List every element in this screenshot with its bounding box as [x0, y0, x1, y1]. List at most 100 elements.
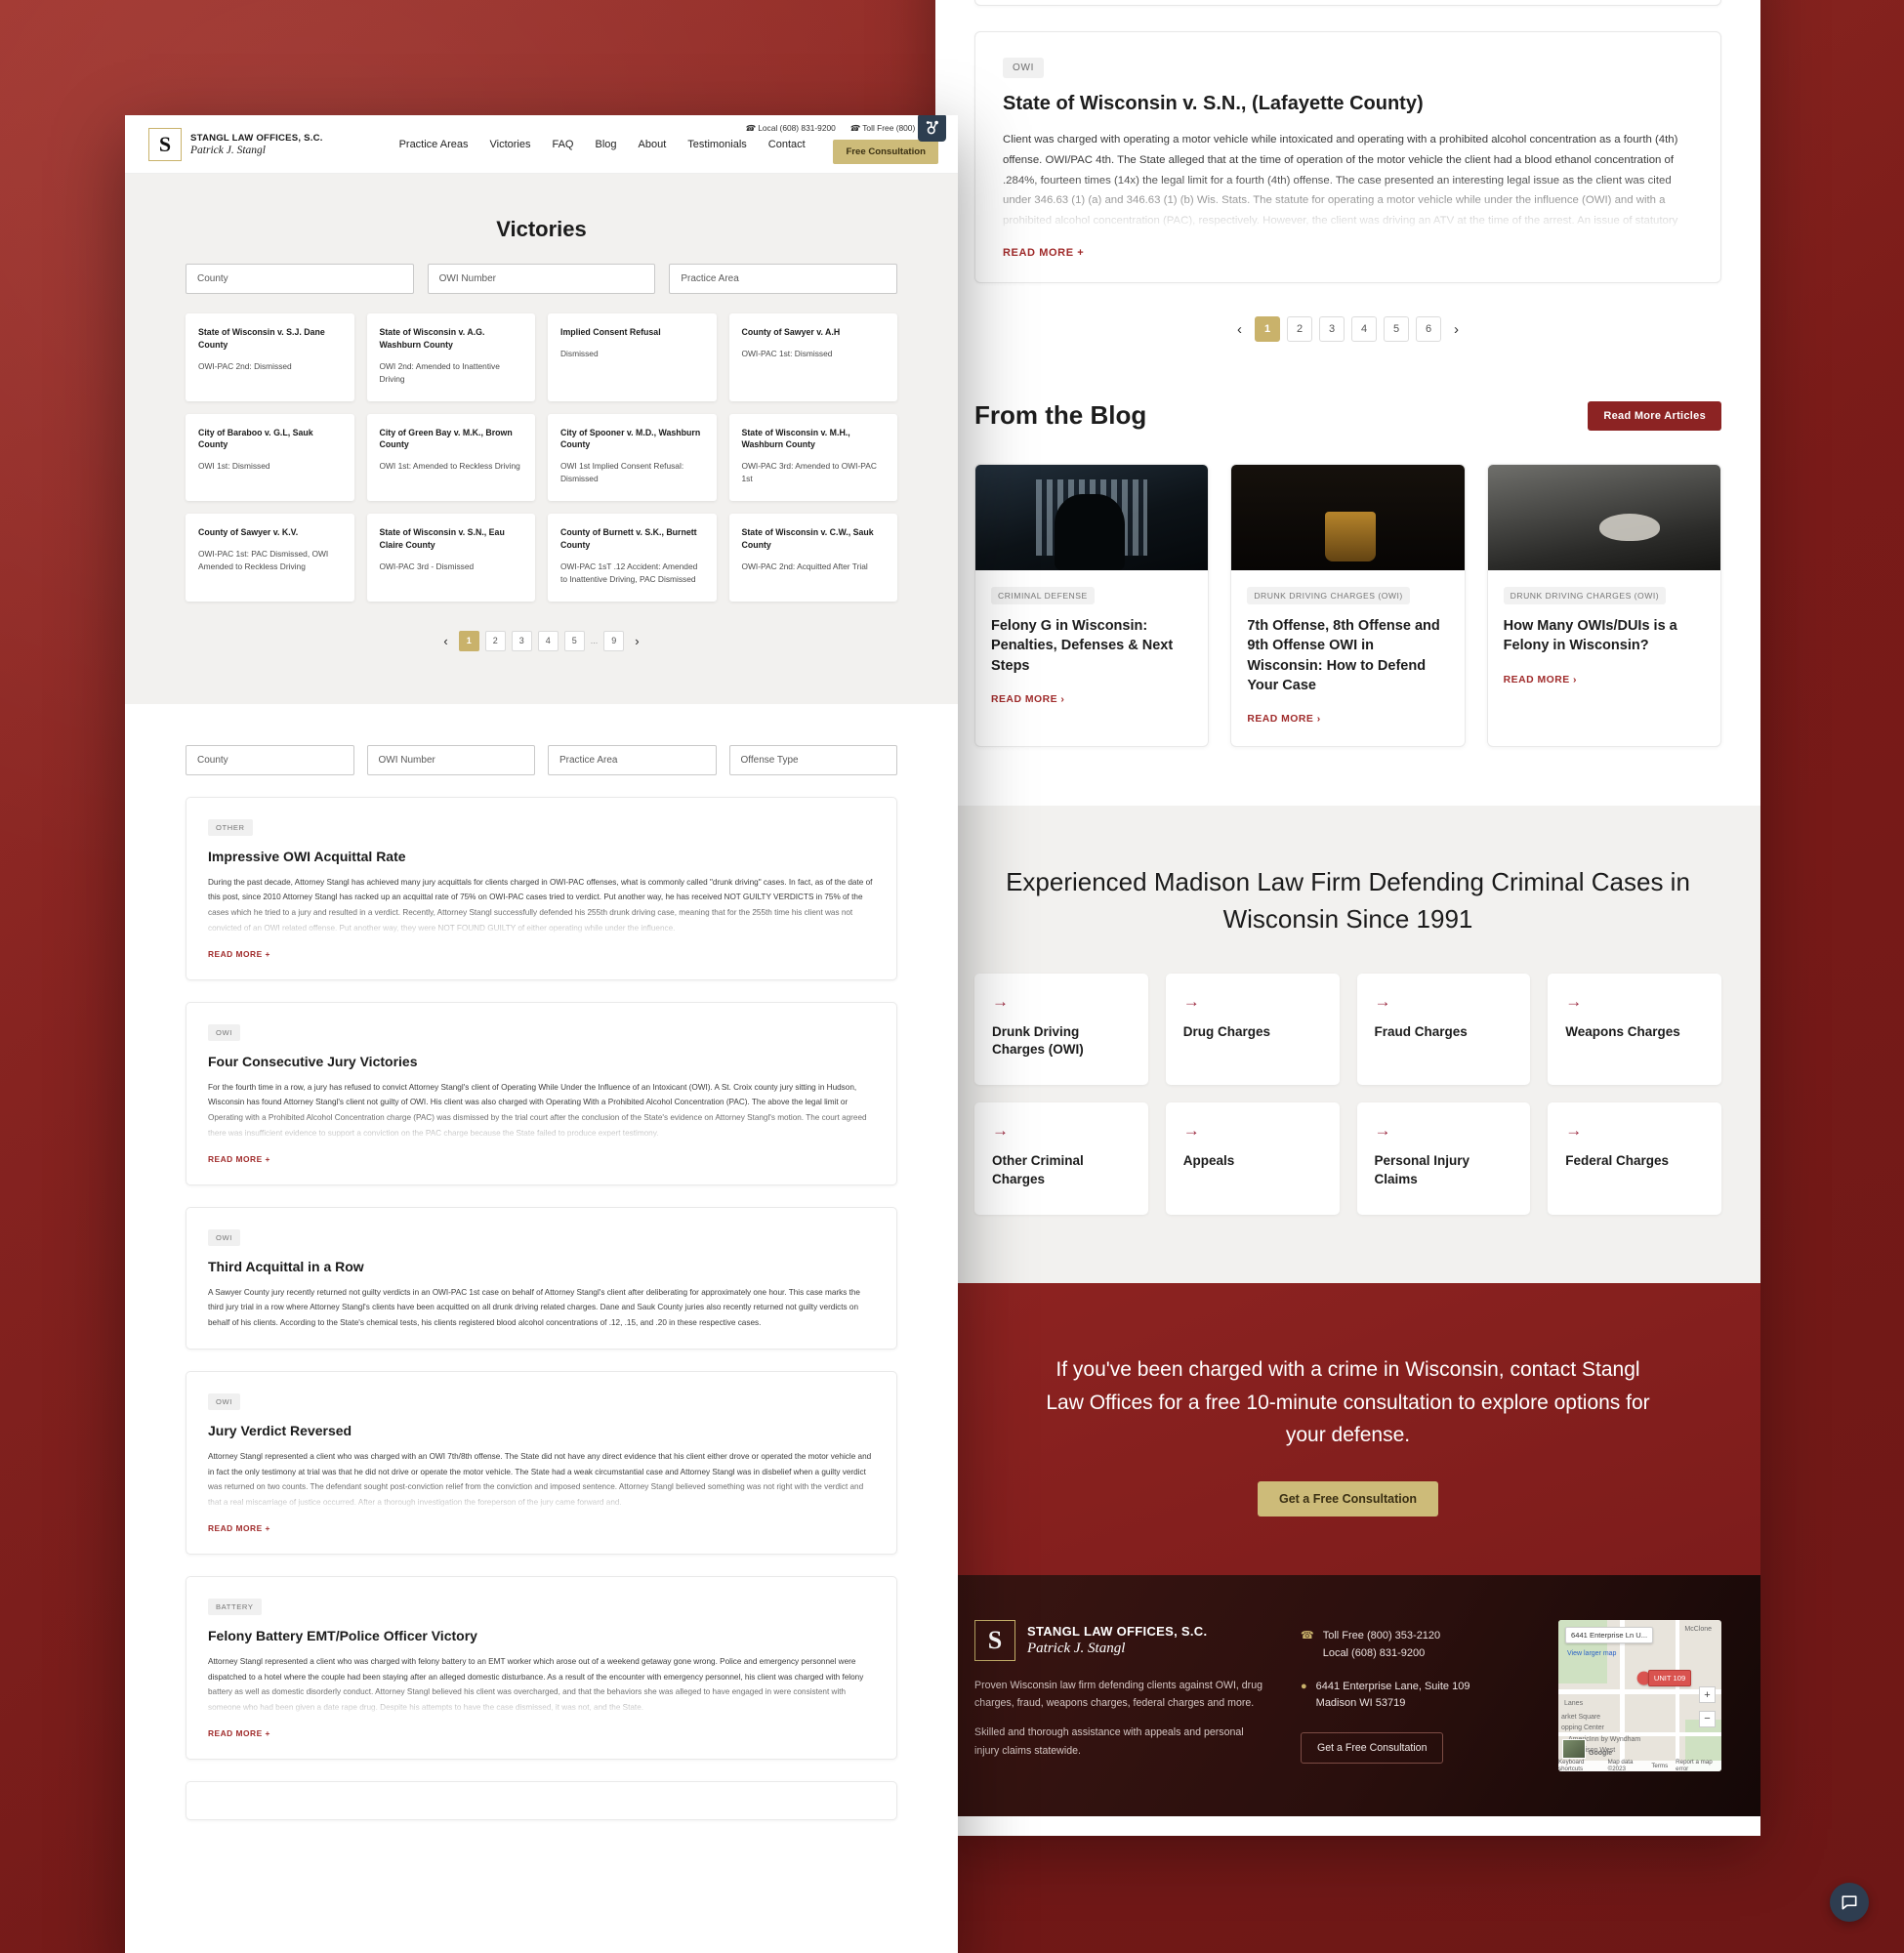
pagination-page[interactable]: 2 — [1287, 316, 1312, 342]
nav-blog[interactable]: Blog — [595, 139, 616, 150]
map-zoom-out-button[interactable]: − — [1699, 1710, 1716, 1727]
article-card[interactable] — [186, 1780, 897, 1820]
victory-card[interactable]: County of Sawyer v. K.V. OWI-PAC 1st: PA… — [186, 514, 354, 602]
case-card[interactable]: OWI State of Wisconsin v. S.N., (Lafayet… — [974, 31, 1721, 283]
practice-area-card[interactable]: → Fraud Charges — [1356, 973, 1531, 1086]
chat-widget-button[interactable] — [1830, 1883, 1869, 1922]
blog-read-more-link[interactable]: READ MORE › — [991, 694, 1064, 705]
county-filter[interactable]: County — [186, 264, 414, 294]
nav-victories[interactable]: Victories — [489, 139, 530, 150]
read-more-articles-button[interactable]: Read More Articles — [1588, 400, 1721, 431]
victory-card[interactable]: State of Wisconsin v. S.N., Eau Claire C… — [366, 514, 535, 602]
map-view-larger-link[interactable]: View larger map — [1567, 1650, 1616, 1657]
read-more-link[interactable]: READ MORE + — [208, 1154, 270, 1164]
pagination-next-icon[interactable]: › — [1448, 321, 1465, 338]
free-consultation-button[interactable]: Free Consultation — [833, 140, 938, 164]
victory-card[interactable]: City of Green Bay v. M.K., Brown County … — [366, 413, 535, 502]
practice-area-filter[interactable]: Practice Area — [548, 744, 717, 775]
pagination-page[interactable]: 4 — [537, 630, 559, 651]
read-more-link[interactable]: READ MORE + — [208, 1728, 270, 1738]
victory-card[interactable]: City of Spooner v. M.D., Washburn County… — [548, 413, 717, 502]
pagination-prev-icon[interactable]: ‹ — [1231, 321, 1248, 338]
article-card[interactable]: OWI Third Acquittal in a Row A Sawyer Co… — [186, 1206, 897, 1350]
read-more-link[interactable]: READ MORE + — [208, 949, 270, 959]
victory-card[interactable]: State of Wisconsin v. M.H., Washburn Cou… — [728, 413, 897, 502]
county-filter[interactable]: County — [186, 744, 354, 775]
article-card[interactable]: OTHER Impressive OWI Acquittal Rate Duri… — [186, 796, 897, 980]
get-free-consultation-button[interactable]: Get a Free Consultation — [1258, 1480, 1438, 1517]
blog-card[interactable]: CRIMINAL DEFENSE Felony G in Wisconsin: … — [974, 464, 1210, 748]
pagination-page[interactable]: 1 — [458, 630, 479, 651]
practice-area-card[interactable]: → Drug Charges — [1165, 973, 1340, 1086]
footer-description-2: Skilled and thorough assistance with app… — [974, 1726, 1244, 1757]
map-keyboard-shortcuts[interactable]: Keyboard shortcuts — [1558, 1759, 1600, 1771]
read-more-link[interactable]: READ MORE + — [1003, 247, 1084, 259]
offense-type-filter[interactable]: Offense Type — [728, 744, 897, 775]
footer-address-line1: 6441 Enterprise Lane, Suite 109 — [1315, 1680, 1470, 1692]
pagination-next-icon[interactable]: › — [630, 634, 643, 648]
pagination-prev-icon[interactable]: ‹ — [438, 634, 452, 648]
blog-card[interactable]: DRUNK DRIVING CHARGES (OWI) 7th Offense,… — [1230, 464, 1466, 748]
blog-read-more-link[interactable]: READ MORE › — [1247, 714, 1320, 725]
header-phone-local[interactable]: ☎ Local (608) 831-9200 — [745, 123, 836, 133]
practice-area-label: Drug Charges — [1182, 1023, 1271, 1039]
nav-practice-areas[interactable]: Practice Areas — [399, 139, 469, 150]
victories-grid: State of Wisconsin v. S.J. Dane County O… — [186, 313, 897, 602]
owi-number-filter[interactable]: OWI Number — [427, 264, 656, 294]
practice-area-card[interactable]: → Drunk Driving Charges (OWI) — [974, 973, 1148, 1086]
article-card[interactable]: BATTERY Felony Battery EMT/Police Office… — [186, 1575, 897, 1760]
pagination-page[interactable]: 5 — [1384, 316, 1409, 342]
practice-area-label: Federal Charges — [1565, 1153, 1670, 1169]
practice-area-card[interactable]: → Personal Injury Claims — [1356, 1102, 1531, 1216]
practice-area-card[interactable]: → Federal Charges — [1548, 1102, 1721, 1216]
blog-title: Felony G in Wisconsin: Penalties, Defens… — [991, 618, 1174, 674]
blog-read-more-link[interactable]: READ MORE › — [1504, 675, 1577, 686]
pagination-page[interactable]: 1 — [1255, 316, 1280, 342]
article-card[interactable]: OWI Jury Verdict Reversed Attorney Stang… — [186, 1370, 897, 1555]
practice-area-card[interactable]: → Other Criminal Charges — [974, 1102, 1148, 1216]
victory-card[interactable]: City of Baraboo v. G.L, Sauk County OWI … — [186, 413, 354, 502]
victory-card[interactable]: County of Burnett v. S.K., Burnett Count… — [548, 514, 717, 602]
brand-logo-icon[interactable]: S — [148, 127, 182, 161]
footer-phone-local[interactable]: Local (608) 831-9200 — [1323, 1645, 1440, 1663]
practice-area-card[interactable]: → Appeals — [1165, 1102, 1340, 1216]
map-report-error-link[interactable]: Report a map error — [1676, 1759, 1717, 1771]
blog-card-body: DRUNK DRIVING CHARGES (OWI) How Many OWI… — [1488, 570, 1720, 746]
victory-card[interactable]: County of Sawyer v. A.H OWI-PAC 1st: Dis… — [728, 313, 897, 401]
victory-card[interactable]: State of Wisconsin v. C.W., Sauk County … — [728, 514, 897, 602]
blog-card[interactable]: DRUNK DRIVING CHARGES (OWI) How Many OWI… — [1486, 464, 1721, 748]
pagination-page[interactable]: 2 — [484, 630, 506, 651]
victory-card[interactable]: Implied Consent Refusal Dismissed — [548, 313, 717, 401]
practice-area-filter[interactable]: Practice Area — [669, 264, 897, 294]
map-terms-link[interactable]: Terms — [1651, 1763, 1668, 1769]
nav-faq[interactable]: FAQ — [552, 139, 573, 150]
practice-area-card[interactable]: → Weapons Charges — [1548, 973, 1721, 1086]
victories-pagination[interactable]: ‹ 1 2 3 4 5 ... 9 › — [186, 630, 897, 651]
map-streetview-thumbnail[interactable] — [1562, 1738, 1586, 1759]
victory-card[interactable]: State of Wisconsin v. S.J. Dane County O… — [186, 313, 354, 401]
footer-phone-tollfree[interactable]: Toll Free (800) 353-2120 — [1323, 1628, 1440, 1645]
pagination-page[interactable]: 3 — [1319, 316, 1345, 342]
brand-block[interactable]: STANGL LAW OFFICES, S.C. Patrick J. Stan… — [190, 133, 323, 156]
case-pagination[interactable]: ‹ 1 2 3 4 5 6 › — [974, 316, 1721, 342]
pagination-page[interactable]: 6 — [1416, 316, 1441, 342]
read-more-link[interactable]: READ MORE + — [208, 1523, 270, 1533]
article-card[interactable]: OWI Four Consecutive Jury Victories For … — [186, 1001, 897, 1185]
map-search-field[interactable]: 6441 Enterprise Ln U... — [1565, 1626, 1654, 1643]
arrow-right-icon: → — [1374, 1121, 1391, 1141]
pagination-page[interactable]: 4 — [1351, 316, 1377, 342]
owi-number-filter[interactable]: OWI Number — [366, 744, 535, 775]
location-map[interactable]: 6441 Enterprise Ln U... View larger map … — [1558, 1619, 1721, 1771]
victory-result: OWI-PAC 1sT .12 Accident: Amended to Ina… — [560, 561, 698, 584]
victory-card[interactable]: State of Wisconsin v. A.G. Washburn Coun… — [366, 313, 535, 401]
case-card[interactable]: Attorney Stangl recently wrapped up anot… — [974, 0, 1721, 6]
nav-testimonials[interactable]: Testimonials — [687, 139, 747, 150]
map-zoom-in-button[interactable]: + — [1699, 1686, 1716, 1704]
practice-area-label: Other Criminal Charges — [992, 1153, 1084, 1187]
footer-consultation-button[interactable]: Get a Free Consultation — [1301, 1732, 1444, 1765]
pagination-page-last[interactable]: 9 — [603, 630, 625, 651]
hubspot-sprocket-icon[interactable] — [918, 115, 946, 142]
nav-about[interactable]: About — [639, 139, 667, 150]
pagination-page[interactable]: 3 — [511, 630, 532, 651]
pagination-page[interactable]: 5 — [563, 630, 585, 651]
